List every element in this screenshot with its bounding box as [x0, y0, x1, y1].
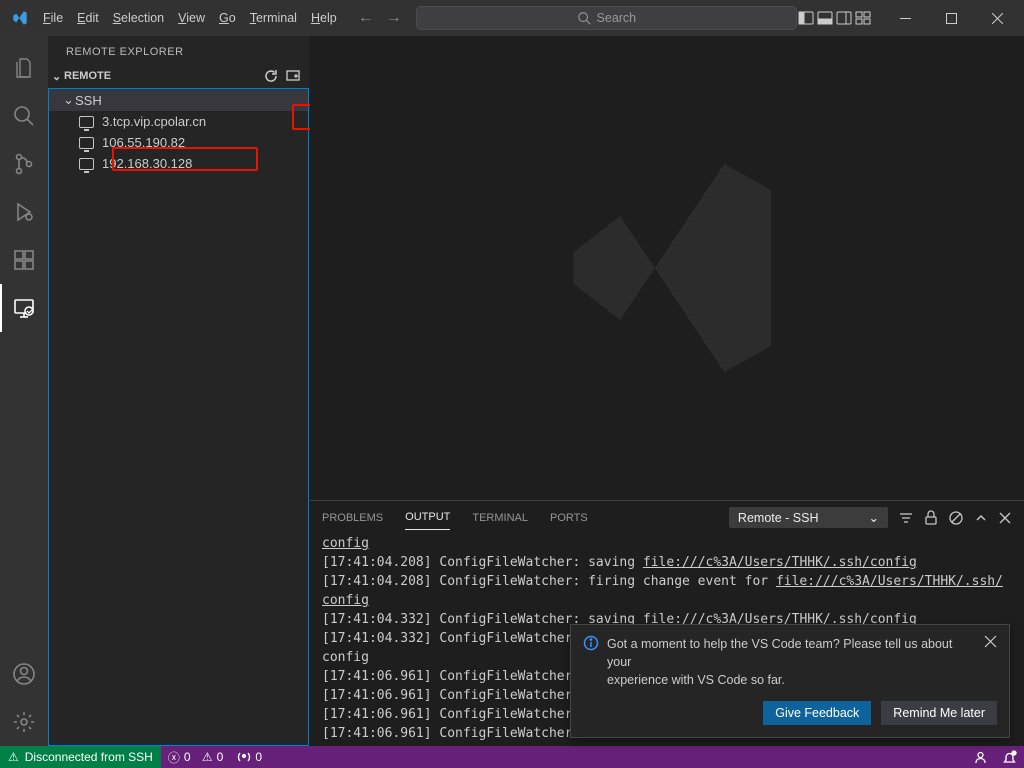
menu-help[interactable]: Help	[304, 0, 344, 36]
window-minimize-button[interactable]	[882, 0, 928, 36]
nav-back-icon[interactable]: ←	[358, 9, 374, 27]
window-maximize-button[interactable]	[928, 0, 974, 36]
panel-close-icon[interactable]	[998, 511, 1012, 525]
tree-section-label: REMOTE	[64, 70, 111, 82]
remote-explorer-icon[interactable]	[0, 284, 48, 332]
run-debug-icon[interactable]	[0, 188, 48, 236]
toggle-primary-sidebar-icon[interactable]	[797, 10, 815, 26]
layout-controls	[797, 10, 872, 26]
filter-icon[interactable]	[898, 510, 914, 526]
search-placeholder: Search	[597, 11, 637, 25]
warning-icon: ⚠	[8, 750, 19, 764]
sidebar-title: REMOTE EXPLORER	[48, 36, 309, 64]
menu-terminal[interactable]: Terminal	[243, 0, 304, 36]
new-target-icon[interactable]	[285, 68, 301, 84]
menu-selection[interactable]: Selection	[106, 0, 171, 36]
tab-ports[interactable]: PORTS	[550, 506, 588, 530]
tab-problems[interactable]: PROBLEMS	[322, 506, 383, 530]
error-icon: ⓧ	[168, 749, 180, 766]
remote-host-icon	[79, 116, 94, 128]
nav-forward-icon[interactable]: →	[386, 9, 402, 27]
output-channel-label: Remote - SSH	[738, 511, 819, 525]
remote-tree: ⌄ SSH 3.tcp.vip.cpolar.cn 106.55.190.82 …	[48, 88, 309, 746]
vscode-logo-icon	[4, 0, 36, 36]
lock-scroll-icon[interactable]	[924, 510, 938, 526]
ports-status[interactable]: 0	[230, 746, 269, 768]
remote-status[interactable]: ⚠ Disconnected from SSH	[0, 746, 161, 768]
panel-maximize-icon[interactable]	[974, 511, 988, 525]
remote-host-icon	[79, 158, 94, 170]
menu-edit[interactable]: Edit	[70, 0, 106, 36]
menu-view[interactable]: View	[171, 0, 212, 36]
remote-host-icon	[79, 137, 94, 149]
toggle-secondary-sidebar-icon[interactable]	[835, 10, 853, 26]
chevron-down-icon: ⌄	[63, 92, 71, 108]
close-icon[interactable]	[984, 635, 997, 689]
status-bar: ⚠ Disconnected from SSH ⓧ0 ⚠0 0	[0, 746, 1024, 768]
give-feedback-button[interactable]: Give Feedback	[763, 701, 871, 725]
nav-arrows: ← →	[344, 9, 416, 27]
panel-tabs: PROBLEMS OUTPUT TERMINAL PORTS Remote - …	[310, 501, 1024, 534]
tab-terminal[interactable]: TERMINAL	[472, 506, 528, 530]
sidebar: REMOTE EXPLORER ⌄ REMOTE ⌄ SSH 3.tcp.vip…	[48, 36, 310, 746]
settings-gear-icon[interactable]	[0, 698, 48, 746]
refresh-icon[interactable]	[263, 68, 279, 84]
main-menu: File Edit Selection View Go Terminal Hel…	[36, 0, 344, 36]
extensions-icon[interactable]	[0, 236, 48, 284]
notification-toast: Got a moment to help the VS Code team? P…	[570, 624, 1010, 738]
activity-bar	[0, 36, 48, 746]
source-control-icon[interactable]	[0, 140, 48, 188]
command-center-search[interactable]: Search	[416, 6, 797, 30]
explorer-icon[interactable]	[0, 44, 48, 92]
ssh-group-label: SSH	[75, 93, 102, 108]
toggle-panel-icon[interactable]	[816, 10, 834, 26]
problems-status[interactable]: ⓧ0 ⚠0	[161, 746, 231, 768]
search-icon[interactable]	[0, 92, 48, 140]
notification-message: Got a moment to help the VS Code team? P…	[607, 635, 976, 689]
ssh-host-item[interactable]: 106.55.190.82	[49, 132, 308, 153]
tree-section-header[interactable]: ⌄ REMOTE	[48, 64, 309, 88]
chevron-down-icon: ⌄	[52, 70, 60, 83]
warning-icon: ⚠	[202, 750, 213, 764]
remote-status-label: Disconnected from SSH	[25, 750, 153, 764]
menu-go[interactable]: Go	[212, 0, 243, 36]
ssh-host-label: 192.168.30.128	[102, 156, 192, 171]
notifications-icon[interactable]	[995, 746, 1024, 768]
menu-file[interactable]: File	[36, 0, 70, 36]
editor-watermark	[310, 36, 1024, 500]
antenna-icon	[237, 750, 251, 764]
info-icon	[583, 635, 599, 689]
ssh-host-label: 3.tcp.vip.cpolar.cn	[102, 114, 206, 129]
ssh-host-item[interactable]: 192.168.30.128	[49, 153, 308, 174]
tab-output[interactable]: OUTPUT	[405, 505, 450, 530]
output-channel-select[interactable]: Remote - SSH ⌄	[729, 507, 888, 528]
chevron-down-icon: ⌄	[869, 510, 879, 525]
customize-layout-icon[interactable]	[854, 10, 872, 26]
window-close-button[interactable]	[974, 0, 1020, 36]
remind-later-button[interactable]: Remind Me later	[881, 701, 997, 725]
ssh-host-item[interactable]: 3.tcp.vip.cpolar.cn	[49, 111, 308, 132]
title-bar: File Edit Selection View Go Terminal Hel…	[0, 0, 1024, 36]
ssh-host-label: 106.55.190.82	[102, 135, 185, 150]
accounts-icon[interactable]	[0, 650, 48, 698]
clear-output-icon[interactable]	[948, 510, 964, 526]
ssh-group[interactable]: ⌄ SSH	[49, 89, 308, 111]
feedback-icon[interactable]	[966, 746, 995, 768]
